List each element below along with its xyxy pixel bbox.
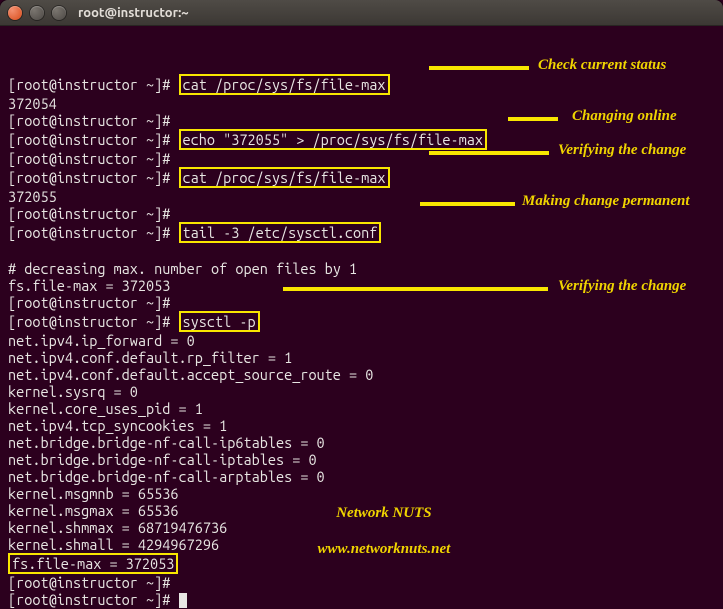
close-icon[interactable] xyxy=(8,6,22,20)
annotation: Making change permanent xyxy=(522,193,690,210)
cmd-cat-filemax-1: cat /proc/sys/fs/file-max xyxy=(179,74,390,95)
cmd-echo-filemax: echo "372055" > /proc/sys/fs/file-max xyxy=(179,129,487,150)
annotation: Verifying the change xyxy=(558,278,686,295)
prompt: [root@instructor ~]# xyxy=(8,112,179,129)
sysctl-line: kernel.msgmnb = 65536 xyxy=(8,485,179,502)
sysctl-line: net.bridge.bridge-nf-call-ip6tables = 0 xyxy=(8,434,325,451)
sysctl-line: net.ipv4.tcp_syncookies = 1 xyxy=(8,417,227,434)
prompt: [root@instructor ~]# xyxy=(8,224,179,241)
cmd-sysctl-p: sysctl -p xyxy=(179,311,260,332)
output-final-highlight: fs.file-max = 372053 xyxy=(8,553,178,574)
prompt: [root@instructor ~]# xyxy=(8,313,179,330)
terminal-body[interactable]: [root@instructor ~]# cat /proc/sys/fs/fi… xyxy=(0,26,723,609)
sysctl-line: kernel.shmall = 4294967296 xyxy=(8,536,219,553)
cmd-tail-sysctl: tail -3 /etc/sysctl.conf xyxy=(179,222,382,243)
connector-line xyxy=(283,287,548,291)
annotation: Changing online xyxy=(572,108,677,125)
cursor-icon xyxy=(179,593,187,608)
annotation: Check current status xyxy=(538,57,666,74)
sysctl-line: net.ipv4.ip_forward = 0 xyxy=(8,332,195,349)
watermark-line2: www.networknuts.net xyxy=(318,541,451,557)
minimize-icon[interactable] xyxy=(30,6,44,20)
sysctl-line: net.ipv4.conf.default.accept_source_rout… xyxy=(8,366,373,383)
cmd-cat-filemax-2: cat /proc/sys/fs/file-max xyxy=(179,167,390,188)
prompt: [root@instructor ~]# xyxy=(8,76,179,93)
sysctl-line: net.bridge.bridge-nf-call-arptables = 0 xyxy=(8,468,325,485)
sysctl-line: net.ipv4.conf.default.rp_filter = 1 xyxy=(8,349,292,366)
sysctl-line: kernel.core_uses_pid = 1 xyxy=(8,400,203,417)
titlebar: root@instructor:~ xyxy=(0,0,723,26)
output-value-2: 372055 xyxy=(8,188,57,205)
output-value-1: 372054 xyxy=(8,95,57,112)
annotation: Verifying the change xyxy=(558,142,686,159)
sysctl-line: kernel.msgmax = 65536 xyxy=(8,502,179,519)
prompt: [root@instructor ~]# xyxy=(8,169,179,186)
connector-line xyxy=(429,66,529,70)
connector-line xyxy=(508,117,558,121)
output-tail-line: fs.file-max = 372053 xyxy=(8,277,170,294)
watermark: Network NUTS www.networknuts.net xyxy=(295,486,450,576)
prompt: [root@instructor ~]# xyxy=(8,131,179,148)
prompt: [root@instructor ~]# xyxy=(8,574,179,591)
prompt: [root@instructor ~]# xyxy=(8,150,179,167)
connector-line xyxy=(420,202,515,206)
window-title: root@instructor:~ xyxy=(78,6,189,20)
sysctl-line: kernel.sysrq = 0 xyxy=(8,383,138,400)
connector-line xyxy=(429,151,549,155)
blank-line xyxy=(8,57,16,74)
watermark-line1: Network NUTS xyxy=(336,505,431,521)
sysctl-line: kernel.shmmax = 68719476736 xyxy=(8,519,227,536)
maximize-icon[interactable] xyxy=(52,6,66,20)
prompt: [root@instructor ~]# xyxy=(8,294,179,311)
prompt: [root@instructor ~]# xyxy=(8,205,179,222)
output-tail-comment: # decreasing max. number of open files b… xyxy=(8,260,357,277)
blank-line xyxy=(8,243,16,260)
sysctl-line: net.bridge.bridge-nf-call-iptables = 0 xyxy=(8,451,317,468)
prompt: [root@instructor ~]# xyxy=(8,591,179,608)
terminal-window: root@instructor:~ [root@instructor ~]# c… xyxy=(0,0,723,609)
